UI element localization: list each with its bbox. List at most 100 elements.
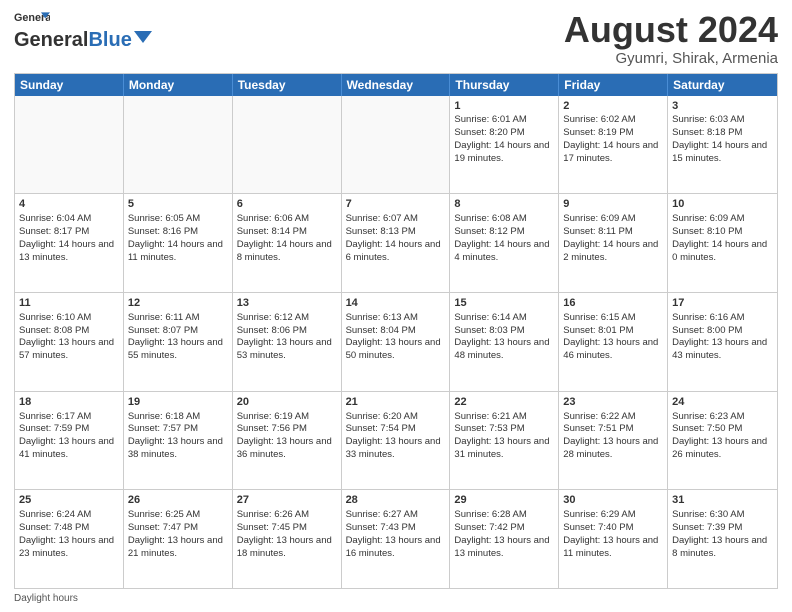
day-number: 11 — [19, 296, 119, 311]
day-number: 9 — [563, 197, 663, 212]
calendar-cell: 16Sunrise: 6:15 AM Sunset: 8:01 PM Dayli… — [559, 293, 668, 391]
calendar-cell — [124, 96, 233, 194]
day-info: Sunrise: 6:13 AM Sunset: 8:04 PM Dayligh… — [346, 312, 441, 361]
day-info: Sunrise: 6:21 AM Sunset: 7:53 PM Dayligh… — [454, 411, 549, 460]
calendar-week-1: 1Sunrise: 6:01 AM Sunset: 8:20 PM Daylig… — [15, 96, 777, 194]
calendar-week-3: 11Sunrise: 6:10 AM Sunset: 8:08 PM Dayli… — [15, 292, 777, 391]
calendar-cell: 27Sunrise: 6:26 AM Sunset: 7:45 PM Dayli… — [233, 490, 342, 588]
calendar-cell: 13Sunrise: 6:12 AM Sunset: 8:06 PM Dayli… — [233, 293, 342, 391]
calendar-cell: 3Sunrise: 6:03 AM Sunset: 8:18 PM Daylig… — [668, 96, 777, 194]
day-number: 1 — [454, 99, 554, 114]
calendar-cell: 1Sunrise: 6:01 AM Sunset: 8:20 PM Daylig… — [450, 96, 559, 194]
calendar-cell: 18Sunrise: 6:17 AM Sunset: 7:59 PM Dayli… — [15, 392, 124, 490]
day-number: 30 — [563, 493, 663, 508]
day-info: Sunrise: 6:12 AM Sunset: 8:06 PM Dayligh… — [237, 312, 332, 361]
calendar-cell: 9Sunrise: 6:09 AM Sunset: 8:11 PM Daylig… — [559, 194, 668, 292]
title-block: August 2024 Gyumri, Shirak, Armenia — [564, 10, 778, 67]
calendar-body: 1Sunrise: 6:01 AM Sunset: 8:20 PM Daylig… — [15, 96, 777, 588]
day-number: 19 — [128, 395, 228, 410]
day-info: Sunrise: 6:10 AM Sunset: 8:08 PM Dayligh… — [19, 312, 114, 361]
day-number: 28 — [346, 493, 446, 508]
calendar-cell: 31Sunrise: 6:30 AM Sunset: 7:39 PM Dayli… — [668, 490, 777, 588]
day-info: Sunrise: 6:11 AM Sunset: 8:07 PM Dayligh… — [128, 312, 223, 361]
header-day-tuesday: Tuesday — [233, 74, 342, 96]
calendar-cell: 21Sunrise: 6:20 AM Sunset: 7:54 PM Dayli… — [342, 392, 451, 490]
day-info: Sunrise: 6:06 AM Sunset: 8:14 PM Dayligh… — [237, 213, 332, 262]
day-number: 23 — [563, 395, 663, 410]
day-info: Sunrise: 6:23 AM Sunset: 7:50 PM Dayligh… — [672, 411, 767, 460]
header: General General Blue August 2024 Gyumri,… — [14, 10, 778, 67]
logo-icon: General — [14, 10, 50, 28]
calendar-cell — [342, 96, 451, 194]
day-info: Sunrise: 6:09 AM Sunset: 8:10 PM Dayligh… — [672, 213, 767, 262]
calendar-cell: 15Sunrise: 6:14 AM Sunset: 8:03 PM Dayli… — [450, 293, 559, 391]
day-info: Sunrise: 6:03 AM Sunset: 8:18 PM Dayligh… — [672, 114, 767, 163]
calendar-cell: 29Sunrise: 6:28 AM Sunset: 7:42 PM Dayli… — [450, 490, 559, 588]
calendar-cell: 6Sunrise: 6:06 AM Sunset: 8:14 PM Daylig… — [233, 194, 342, 292]
day-info: Sunrise: 6:29 AM Sunset: 7:40 PM Dayligh… — [563, 509, 658, 558]
day-number: 16 — [563, 296, 663, 311]
calendar-cell: 4Sunrise: 6:04 AM Sunset: 8:17 PM Daylig… — [15, 194, 124, 292]
day-number: 17 — [672, 296, 773, 311]
day-number: 3 — [672, 99, 773, 114]
logo: General General Blue — [14, 10, 152, 52]
calendar-cell: 23Sunrise: 6:22 AM Sunset: 7:51 PM Dayli… — [559, 392, 668, 490]
calendar-cell: 8Sunrise: 6:08 AM Sunset: 8:12 PM Daylig… — [450, 194, 559, 292]
day-info: Sunrise: 6:07 AM Sunset: 8:13 PM Dayligh… — [346, 213, 441, 262]
day-info: Sunrise: 6:16 AM Sunset: 8:00 PM Dayligh… — [672, 312, 767, 361]
logo-blue: Blue — [88, 29, 131, 52]
day-number: 13 — [237, 296, 337, 311]
day-info: Sunrise: 6:27 AM Sunset: 7:43 PM Dayligh… — [346, 509, 441, 558]
day-info: Sunrise: 6:01 AM Sunset: 8:20 PM Dayligh… — [454, 114, 549, 163]
calendar-cell: 7Sunrise: 6:07 AM Sunset: 8:13 PM Daylig… — [342, 194, 451, 292]
calendar-week-2: 4Sunrise: 6:04 AM Sunset: 8:17 PM Daylig… — [15, 193, 777, 292]
logo-triangle-icon — [134, 28, 152, 46]
day-info: Sunrise: 6:14 AM Sunset: 8:03 PM Dayligh… — [454, 312, 549, 361]
day-number: 12 — [128, 296, 228, 311]
footer: Daylight hours — [14, 593, 778, 604]
day-info: Sunrise: 6:09 AM Sunset: 8:11 PM Dayligh… — [563, 213, 658, 262]
day-info: Sunrise: 6:30 AM Sunset: 7:39 PM Dayligh… — [672, 509, 767, 558]
day-number: 14 — [346, 296, 446, 311]
calendar-cell: 25Sunrise: 6:24 AM Sunset: 7:48 PM Dayli… — [15, 490, 124, 588]
calendar-cell: 28Sunrise: 6:27 AM Sunset: 7:43 PM Dayli… — [342, 490, 451, 588]
day-number: 6 — [237, 197, 337, 212]
calendar-cell: 24Sunrise: 6:23 AM Sunset: 7:50 PM Dayli… — [668, 392, 777, 490]
calendar-cell: 22Sunrise: 6:21 AM Sunset: 7:53 PM Dayli… — [450, 392, 559, 490]
day-info: Sunrise: 6:02 AM Sunset: 8:19 PM Dayligh… — [563, 114, 658, 163]
calendar-cell: 17Sunrise: 6:16 AM Sunset: 8:00 PM Dayli… — [668, 293, 777, 391]
day-number: 21 — [346, 395, 446, 410]
location-subtitle: Gyumri, Shirak, Armenia — [564, 50, 778, 67]
day-number: 10 — [672, 197, 773, 212]
logo-general: General — [14, 29, 88, 52]
day-info: Sunrise: 6:19 AM Sunset: 7:56 PM Dayligh… — [237, 411, 332, 460]
calendar-cell — [15, 96, 124, 194]
day-number: 29 — [454, 493, 554, 508]
header-day-monday: Monday — [124, 74, 233, 96]
day-info: Sunrise: 6:08 AM Sunset: 8:12 PM Dayligh… — [454, 213, 549, 262]
calendar-cell: 14Sunrise: 6:13 AM Sunset: 8:04 PM Dayli… — [342, 293, 451, 391]
calendar-cell: 5Sunrise: 6:05 AM Sunset: 8:16 PM Daylig… — [124, 194, 233, 292]
day-number: 27 — [237, 493, 337, 508]
day-info: Sunrise: 6:28 AM Sunset: 7:42 PM Dayligh… — [454, 509, 549, 558]
day-info: Sunrise: 6:22 AM Sunset: 7:51 PM Dayligh… — [563, 411, 658, 460]
calendar: SundayMondayTuesdayWednesdayThursdayFrid… — [14, 73, 778, 589]
calendar-week-5: 25Sunrise: 6:24 AM Sunset: 7:48 PM Dayli… — [15, 489, 777, 588]
calendar-cell: 11Sunrise: 6:10 AM Sunset: 8:08 PM Dayli… — [15, 293, 124, 391]
calendar-cell: 12Sunrise: 6:11 AM Sunset: 8:07 PM Dayli… — [124, 293, 233, 391]
day-info: Sunrise: 6:04 AM Sunset: 8:17 PM Dayligh… — [19, 213, 114, 262]
header-day-sunday: Sunday — [15, 74, 124, 96]
header-day-wednesday: Wednesday — [342, 74, 451, 96]
calendar-header: SundayMondayTuesdayWednesdayThursdayFrid… — [15, 74, 777, 96]
calendar-cell — [233, 96, 342, 194]
day-number: 5 — [128, 197, 228, 212]
day-number: 4 — [19, 197, 119, 212]
calendar-cell: 30Sunrise: 6:29 AM Sunset: 7:40 PM Dayli… — [559, 490, 668, 588]
day-info: Sunrise: 6:17 AM Sunset: 7:59 PM Dayligh… — [19, 411, 114, 460]
header-day-thursday: Thursday — [450, 74, 559, 96]
calendar-cell: 26Sunrise: 6:25 AM Sunset: 7:47 PM Dayli… — [124, 490, 233, 588]
day-info: Sunrise: 6:20 AM Sunset: 7:54 PM Dayligh… — [346, 411, 441, 460]
day-number: 22 — [454, 395, 554, 410]
day-number: 26 — [128, 493, 228, 508]
day-info: Sunrise: 6:18 AM Sunset: 7:57 PM Dayligh… — [128, 411, 223, 460]
